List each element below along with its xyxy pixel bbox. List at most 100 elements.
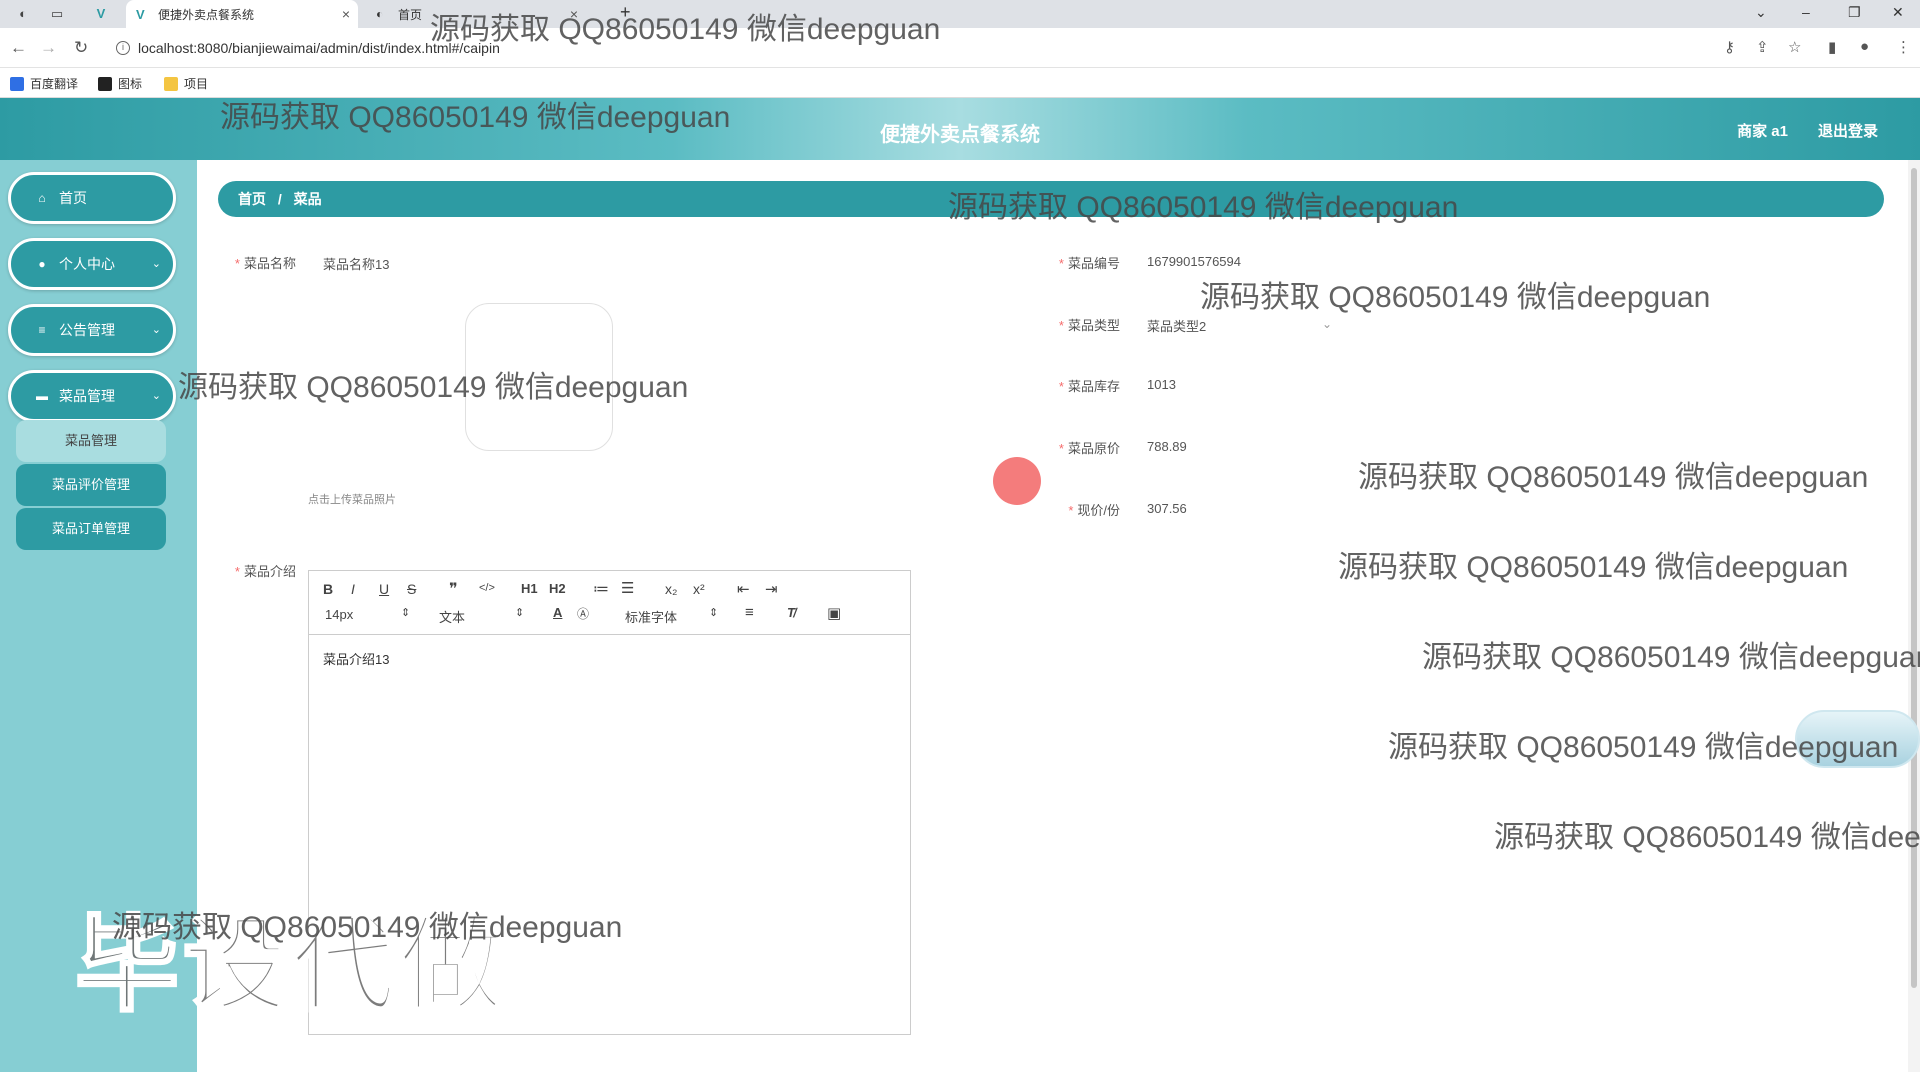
window-close-icon[interactable]: ✕ [1892, 4, 1904, 21]
align-icon[interactable]: ≡ [745, 604, 754, 621]
watermark-text: 源码获取 QQ86050149 微信deepguan [220, 101, 731, 134]
clear-format-icon[interactable]: T̸ [787, 605, 795, 620]
watermark-text: 源码获取 QQ86050149 微信deepguan [430, 13, 941, 46]
logout-button[interactable]: 退出登录 [1818, 120, 1878, 141]
image-insert-icon[interactable]: ▣ [827, 604, 841, 622]
close-tab-icon[interactable]: × [342, 6, 350, 22]
cursor-highlight [993, 457, 1041, 505]
vue-tab-icon[interactable]: V [92, 5, 110, 23]
browser-tab-active[interactable]: V 便捷外卖点餐系统 × [126, 0, 358, 28]
dish-intro-label: * 菜品介绍 [234, 564, 296, 579]
pinned-tab-icon[interactable]: ▭ [48, 5, 66, 23]
chevron-down-icon[interactable]: ⌄ [1322, 317, 1332, 331]
watermark-text: 源码获取 QQ86050149 微信deepguan [1494, 821, 1920, 854]
vue-icon: V [136, 7, 145, 22]
list-icon: ≡ [38, 323, 46, 337]
forward-icon[interactable]: → [40, 38, 57, 58]
italic-button[interactable]: I [351, 581, 355, 597]
folder-icon [164, 76, 178, 91]
submenu-dish-reviews[interactable]: 菜品评价管理 [16, 464, 166, 506]
subscript-button[interactable]: x₂ [665, 581, 677, 597]
updown-icon[interactable]: ⇕ [515, 606, 524, 619]
browser-tabbar: ◐ ▭ V V 便捷外卖点餐系统 × ◐ 首页 × + ⌄ – ❐ ✕ [0, 0, 1920, 28]
sidebar-item-notices[interactable]: ≡ 公告管理 ⌄ [8, 304, 176, 356]
updown-icon[interactable]: ⇕ [401, 606, 410, 619]
dish-stock-input[interactable]: 1013 [1147, 377, 1176, 392]
chevron-down-icon: ⌄ [151, 324, 161, 336]
user-icon: ● [38, 257, 46, 271]
upload-hint: 点击上传菜品照片 [308, 494, 396, 506]
text-style-select[interactable]: 文本 [439, 607, 465, 626]
ordered-list-button[interactable]: ≔ [593, 579, 609, 599]
superscript-button[interactable]: x² [693, 581, 705, 597]
watermark-text: 源码获取 QQ86050149 微信deepguan [948, 191, 1459, 224]
key-icon[interactable]: ⚷ [1724, 38, 1735, 56]
sidebar-item-home[interactable]: ⌂ 首页 [8, 172, 176, 224]
sidebar-item-dishes[interactable]: ▬ 菜品管理 ⌄ [8, 370, 176, 422]
background-color-icon[interactable]: Ⓐ [577, 605, 589, 622]
font-family-select[interactable]: 标准字体 [625, 607, 677, 626]
breadcrumb-home[interactable]: 首页 [238, 191, 266, 207]
tab-title: 便捷外卖点餐系统 [158, 7, 255, 22]
submenu-dish-orders[interactable]: 菜品订单管理 [16, 508, 166, 550]
tab-search-icon[interactable]: ⌄ [1755, 4, 1767, 21]
updown-icon[interactable]: ⇕ [709, 606, 718, 619]
current-price-label: * 现价/份 [1068, 503, 1120, 518]
bookmark-item[interactable]: 图标 [98, 75, 142, 92]
home-icon: ⌂ [38, 191, 46, 205]
address-bar: ← → ↻ i localhost:8080/bianjiewaimai/adm… [0, 28, 1920, 68]
profile-icon[interactable]: ● [1860, 38, 1869, 55]
dish-number-label: * 菜品编号 [1058, 256, 1120, 271]
dish-stock-label: * 菜品库存 [1058, 379, 1120, 394]
heading1-button[interactable]: H1 [521, 581, 538, 596]
watermark-text: 源码获取 QQ86050149 微信deepguan [1358, 461, 1869, 494]
watermark-text: 源码获取 QQ86050149 微信deepguan [178, 371, 689, 404]
outdent-button[interactable]: ⇤ [737, 580, 750, 598]
dish-name-input[interactable]: 菜品名称13 [323, 254, 623, 273]
bullet-list-button[interactable]: ☰ [621, 579, 634, 597]
watermark-text: 源码获取 QQ86050149 微信deepguan [1338, 551, 1849, 584]
sidebar-item-profile[interactable]: ● 个人中心 ⌄ [8, 238, 176, 290]
editor-content[interactable]: 菜品介绍13 [323, 649, 389, 668]
share-icon[interactable]: ⇪ [1756, 38, 1769, 56]
indent-button[interactable]: ⇥ [765, 580, 778, 598]
globe-icon: ◐ [376, 7, 384, 21]
scrollbar-thumb[interactable] [1911, 168, 1917, 988]
submenu-dish-management[interactable]: 菜品管理 [16, 420, 166, 462]
font-color-icon[interactable]: A [553, 605, 562, 620]
chevron-down-icon: ⌄ [151, 258, 161, 270]
back-icon[interactable]: ← [10, 38, 27, 58]
original-price-input[interactable]: 788.89 [1147, 439, 1187, 454]
code-block-button[interactable]: </> [479, 582, 495, 594]
heading2-button[interactable]: H2 [549, 581, 566, 596]
bold-button[interactable]: B [323, 581, 333, 597]
minimize-icon[interactable]: – [1802, 4, 1810, 20]
monitor-icon: ▬ [36, 389, 48, 403]
star-icon[interactable]: ☆ [1788, 38, 1801, 56]
current-price-input[interactable]: 307.56 [1147, 501, 1187, 516]
sidepanel-icon[interactable]: ▮ [1828, 38, 1836, 56]
restore-icon[interactable]: ❐ [1848, 4, 1861, 21]
pinned-tab-icon[interactable]: ◐ [14, 5, 32, 23]
more-icon[interactable]: ⋮ [1896, 38, 1911, 56]
page-scrollbar[interactable] [1908, 160, 1920, 1072]
reload-icon[interactable]: ↻ [74, 38, 88, 58]
bookmark-item[interactable]: 项目 [164, 75, 208, 92]
editor-toolbar: B I U S ❞ </> H1 H2 ≔ ☰ x₂ x² ⇤ ⇥ 14px ⇕… [309, 571, 910, 635]
info-icon[interactable]: i [116, 41, 130, 55]
tab-title: 首页 [398, 7, 423, 22]
font-size-select[interactable]: 14px [325, 607, 353, 622]
dish-number-input[interactable]: 1679901576594 [1147, 254, 1241, 269]
dish-type-label: * 菜品类型 [1058, 318, 1120, 333]
blockquote-button[interactable]: ❞ [449, 579, 458, 599]
dish-name-label: * 菜品名称 [234, 256, 296, 271]
dish-type-select[interactable]: 菜品类型2 [1147, 316, 1206, 335]
image-icon [98, 76, 112, 91]
watermark-text: 源码获取 QQ86050149 微信deepguan [112, 911, 623, 944]
underline-button[interactable]: U [379, 581, 389, 597]
original-price-label: * 菜品原价 [1058, 441, 1120, 456]
translate-icon [10, 76, 24, 91]
bookmark-item[interactable]: 百度翻译 [10, 75, 78, 92]
strike-button[interactable]: S [407, 581, 416, 597]
watermark-text: 源码获取 QQ86050149 微信deepguan [1422, 641, 1920, 674]
